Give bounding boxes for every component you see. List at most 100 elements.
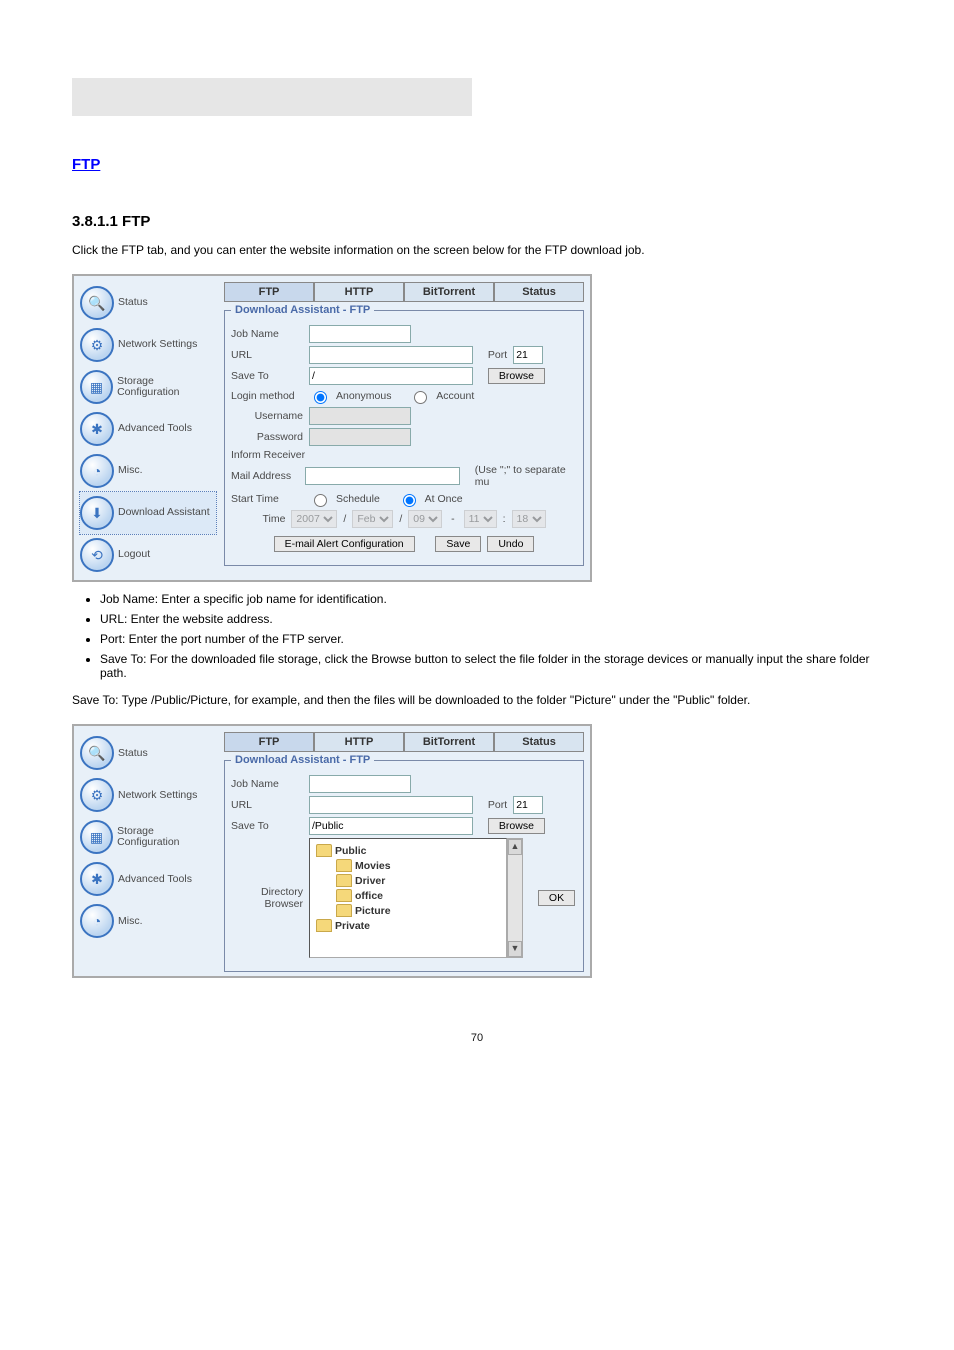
folder-driver[interactable]: Driver: [336, 873, 506, 888]
select-hour[interactable]: 11: [464, 510, 497, 528]
label-job: Job Name: [231, 328, 303, 340]
tab-bittorrent[interactable]: BitTorrent: [404, 282, 494, 302]
grid-icon: ▦: [80, 820, 113, 854]
folder-icon: [336, 859, 352, 872]
label-mail: Mail Address: [231, 470, 299, 482]
label-schedule: Schedule: [336, 493, 380, 505]
input-saveto[interactable]: [309, 367, 473, 385]
magnifier-icon: 🔍: [80, 286, 114, 320]
bullet-job: Job Name: Enter a specific job name for …: [100, 592, 882, 606]
bullet-port: Port: Enter the port number of the FTP s…: [100, 632, 882, 646]
label-start: Start Time: [231, 493, 303, 505]
tree-scrollbar[interactable]: ▲ ▼: [507, 838, 523, 958]
label-url: URL: [231, 799, 303, 811]
label-url: URL: [231, 349, 303, 361]
input-job-name[interactable]: [309, 775, 411, 793]
screenshot-directory-browser: 🔍Status ⚙Network Settings ▦Storage Confi…: [72, 724, 592, 978]
directory-tree[interactable]: Public Movies Driver office Picture Priv…: [309, 838, 507, 958]
radio-anonymous[interactable]: [314, 391, 327, 404]
network-icon: ⚙: [80, 328, 114, 362]
label-port: Port: [488, 349, 507, 361]
folder-public[interactable]: Public: [316, 843, 506, 858]
select-day[interactable]: 09: [408, 510, 442, 528]
input-saveto[interactable]: [309, 817, 473, 835]
nav-download-assistant[interactable]: ⬇Download Assistant: [80, 492, 216, 534]
input-url[interactable]: [309, 346, 473, 364]
folder-picture[interactable]: Picture: [336, 903, 506, 918]
bullet-url: URL: Enter the website address.: [100, 612, 882, 626]
nav-status[interactable]: 🔍Status: [80, 282, 216, 324]
bullet-saveto: Save To: For the downloaded file storage…: [100, 652, 882, 680]
input-password[interactable]: [309, 428, 411, 446]
select-month[interactable]: Feb: [352, 510, 393, 528]
gear-icon: ✱: [80, 862, 114, 896]
grid-icon: ▦: [80, 370, 113, 404]
label-port: Port: [488, 799, 507, 811]
input-job-name[interactable]: [309, 325, 411, 343]
nav-storage[interactable]: ▦Storage Configuration: [80, 816, 216, 858]
page-number: 70: [0, 1032, 954, 1044]
ok-button[interactable]: OK: [538, 890, 575, 906]
tab-status[interactable]: Status: [494, 282, 584, 302]
nav-advanced[interactable]: ✱Advanced Tools: [80, 408, 216, 450]
folder-icon: [316, 844, 332, 857]
folder-movies[interactable]: Movies: [336, 858, 506, 873]
save-button[interactable]: Save: [435, 536, 481, 552]
panel-title: Download Assistant - FTP: [231, 304, 374, 316]
nav-network[interactable]: ⚙Network Settings: [80, 774, 216, 816]
scroll-down-icon[interactable]: ▼: [508, 941, 522, 957]
nav-network[interactable]: ⚙Network Settings: [80, 324, 216, 366]
nav-storage[interactable]: ▦Storage Configuration: [80, 366, 216, 408]
tab-bittorrent[interactable]: BitTorrent: [404, 732, 494, 752]
screenshot-ftp-form: 🔍Status ⚙Network Settings ▦Storage Confi…: [72, 274, 592, 582]
input-port[interactable]: [513, 346, 543, 364]
undo-button[interactable]: Undo: [487, 536, 534, 552]
grey-header-bar: [72, 78, 472, 116]
logout-icon: ⟲: [80, 538, 114, 572]
input-mail[interactable]: [305, 467, 460, 485]
nav-advanced[interactable]: ✱Advanced Tools: [80, 858, 216, 900]
saveto-example: Save To: Type /Public/Picture, for examp…: [72, 692, 882, 708]
sidebar-nav: 🔍Status ⚙Network Settings ▦Storage Confi…: [80, 282, 216, 576]
input-port[interactable]: [513, 796, 543, 814]
label-job: Job Name: [231, 778, 303, 790]
label-username: Username: [231, 410, 303, 422]
intro-paragraph: Click the FTP tab, and you can enter the…: [72, 242, 882, 258]
label-time: Time: [262, 513, 285, 525]
label-login: Login method: [231, 390, 303, 402]
magnifier-icon: 🔍: [80, 736, 114, 770]
bullet-list: Job Name: Enter a specific job name for …: [100, 592, 882, 680]
tab-http[interactable]: HTTP: [314, 282, 404, 302]
network-icon: ⚙: [80, 778, 114, 812]
tab-http[interactable]: HTTP: [314, 732, 404, 752]
radio-atonce[interactable]: [403, 494, 416, 507]
folder-office[interactable]: office: [336, 888, 506, 903]
nav-misc[interactable]: ◔Misc.: [80, 900, 216, 942]
input-username[interactable]: [309, 407, 411, 425]
folder-icon: [336, 904, 352, 917]
label-atonce: At Once: [425, 493, 463, 505]
tab-ftp[interactable]: FTP: [224, 732, 314, 752]
select-year[interactable]: 2007: [291, 510, 337, 528]
nav-misc[interactable]: ◔Misc.: [80, 450, 216, 492]
gear-icon: ✱: [80, 412, 114, 446]
nav-logout[interactable]: ⟲Logout: [80, 534, 216, 576]
misc-icon: ◔: [80, 454, 114, 488]
select-minute[interactable]: 18: [512, 510, 546, 528]
ftp-section-link[interactable]: FTP: [72, 156, 100, 173]
download-tabs: FTP HTTP BitTorrent Status: [224, 282, 584, 302]
scroll-up-icon[interactable]: ▲: [508, 839, 522, 855]
tab-ftp[interactable]: FTP: [224, 282, 314, 302]
radio-account[interactable]: [414, 391, 427, 404]
input-url[interactable]: [309, 796, 473, 814]
folder-icon: [336, 889, 352, 902]
email-alert-config-button[interactable]: E-mail Alert Configuration: [274, 536, 415, 552]
nav-status[interactable]: 🔍Status: [80, 732, 216, 774]
tab-status[interactable]: Status: [494, 732, 584, 752]
label-anonymous: Anonymous: [336, 390, 391, 402]
browse-button[interactable]: Browse: [488, 368, 545, 384]
label-saveto: Save To: [231, 370, 303, 382]
radio-schedule[interactable]: [314, 494, 327, 507]
folder-private[interactable]: Private: [316, 918, 506, 933]
browse-button[interactable]: Browse: [488, 818, 545, 834]
